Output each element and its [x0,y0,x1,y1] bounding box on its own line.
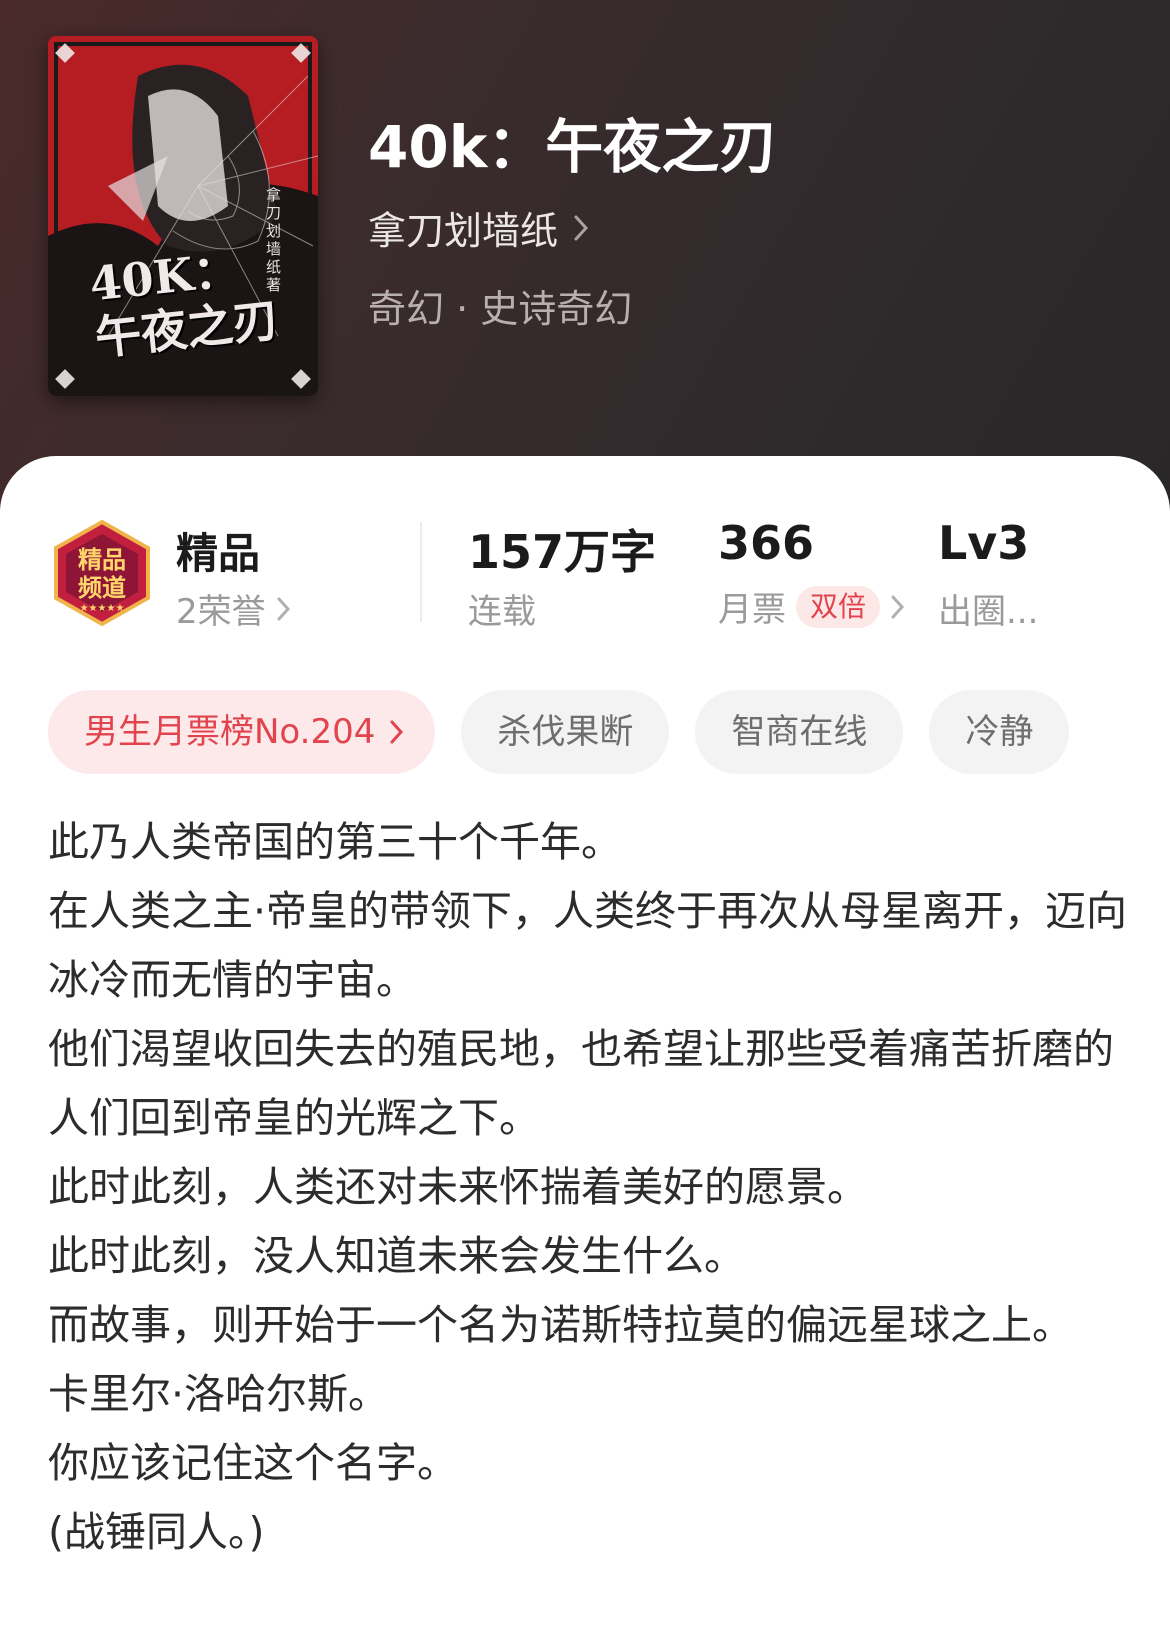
description-line: 而故事，则开始于一个名为诺斯特拉莫的偏远星球之上。 [48,1301,1073,1349]
description-line: 此乃人类帝国的第三十个千年。 [48,818,622,866]
book-title: 40k：午夜之刃 [368,113,778,181]
quality-badge-icon[interactable]: 精品 频道 ★★★★★ [50,518,154,628]
description-line: 他们渴望收回失去的殖民地，也希望让那些受着痛苦折磨的人们回到帝皇的光辉之下。 [48,1025,1114,1142]
description-line: 此时此刻，没人知道未来会发生什么。 [48,1232,745,1280]
tag-item[interactable]: 智商在线 [695,690,904,774]
serial-status: 连载 [468,584,536,633]
tag-list: 男生月票榜No.204 杀伐果断 智商在线 冷静 [48,690,1070,774]
description-line: (战锤同人。) [48,1508,265,1556]
monthly-ticket-label: 月票 [718,590,786,630]
level-value: Lv3 [938,516,1030,570]
cover-title: 40K： 午夜之刃 [87,235,317,365]
quality-label: 精品 [176,529,261,578]
author-name: 拿刀划墙纸 [368,209,559,253]
monthly-ticket-count: 366 [718,516,815,570]
level-link[interactable]: 出圈... [938,584,1038,633]
chevron-right-icon [390,720,404,744]
double-badge: 双倍 [796,585,881,628]
rank-tag-label: 男生月票榜No.204 [84,712,376,752]
tag-item[interactable]: 杀伐果断 [461,690,670,774]
book-genre: 奇幻 · 史诗奇幻 [368,287,633,331]
rank-tag[interactable]: 男生月票榜No.204 [48,690,436,774]
book-cover[interactable]: 拿刀划墙纸著 40K： 午夜之刃 [48,36,318,396]
description-line: 你应该记住这个名字。 [48,1439,458,1487]
serial-status-label: 连载 [468,592,536,632]
author-link[interactable]: 拿刀划墙纸 [368,200,590,255]
honor-link[interactable]: 2荣誉 [176,584,292,633]
badge-stars: ★★★★★ [80,603,125,614]
word-count: 157万字 [468,525,657,579]
stats-divider [420,522,422,622]
tag-item[interactable]: 冷静 [929,690,1070,774]
badge-text-top: 精品 [78,546,126,574]
description-line: 卡里尔·洛哈尔斯。 [48,1370,390,1418]
book-description[interactable]: 此乃人类帝国的第三十个千年。 在人类之主·帝皇的带领下，人类终于再次从母星离开，… [48,808,1128,1567]
monthly-ticket-link[interactable]: 月票 双倍 [718,582,906,631]
badge-text-bottom: 频道 [78,574,126,602]
honor-count: 2荣誉 [176,592,266,632]
chevron-right-icon [574,215,589,240]
level-label: 出圈... [938,592,1039,632]
chevron-right-icon [891,595,905,618]
description-line: 此时此刻，人类还对未来怀揣着美好的愿景。 [48,1163,868,1211]
chevron-right-icon [277,597,290,620]
description-line: 在人类之主·帝皇的带领下，人类终于再次从母星离开，迈向冰冷而无情的宇宙。 [48,887,1128,1004]
